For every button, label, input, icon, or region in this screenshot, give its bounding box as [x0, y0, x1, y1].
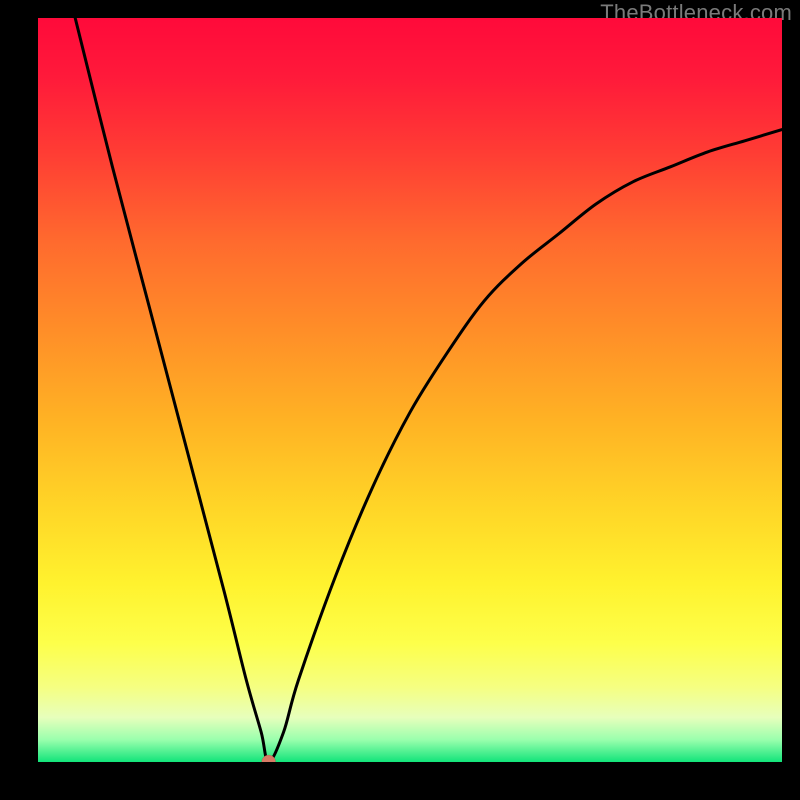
bottleneck-curve	[75, 18, 782, 762]
plot-area	[38, 18, 782, 762]
chart-frame: TheBottleneck.com	[0, 0, 800, 800]
curve-svg	[38, 18, 782, 762]
